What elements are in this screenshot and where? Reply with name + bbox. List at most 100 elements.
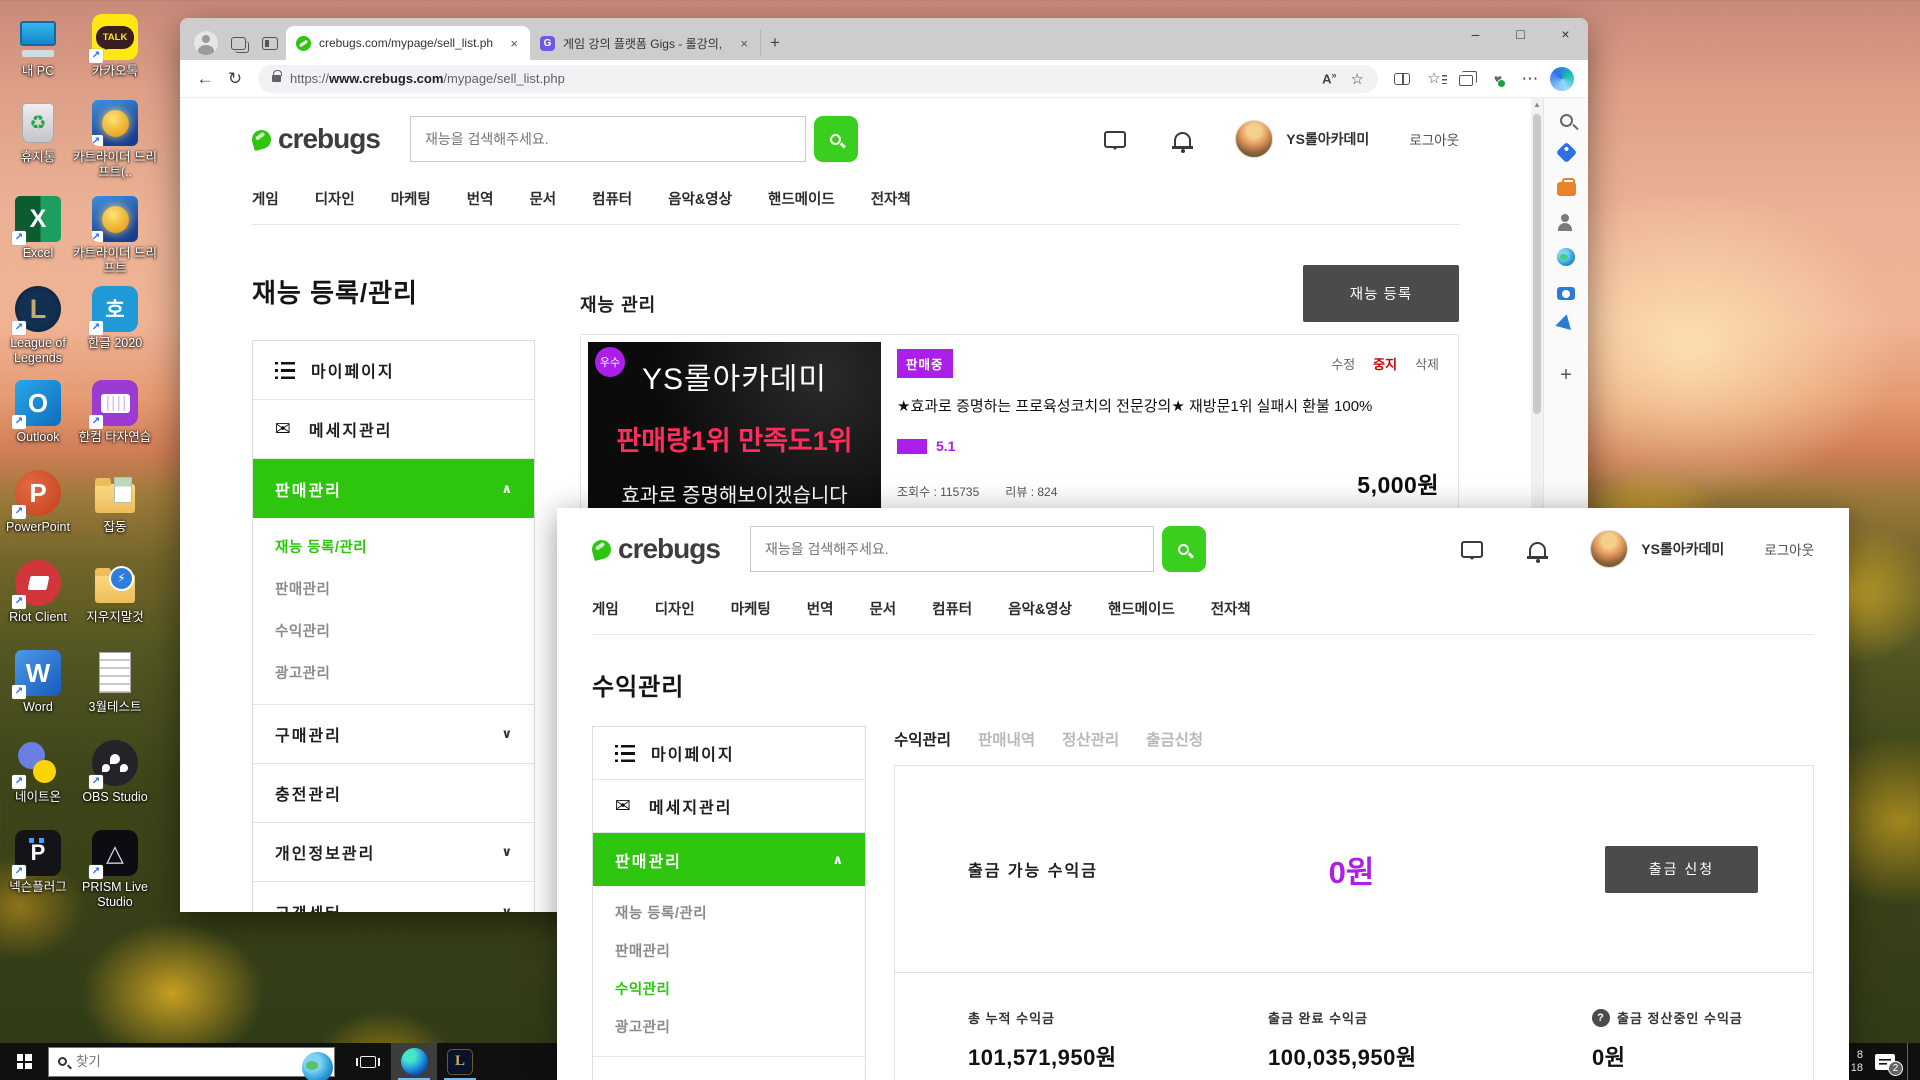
- notifications-bell-icon[interactable]: [1174, 132, 1191, 147]
- start-button[interactable]: [0, 1043, 48, 1080]
- taskbar-search-box[interactable]: ♻: [48, 1047, 335, 1077]
- new-tab-button[interactable]: +: [761, 29, 789, 57]
- talent-thumbnail[interactable]: 우수 YS롤아카데미 판매량1위 만족도1위 효과로 증명해보이겠습니다: [588, 342, 881, 518]
- nav-item-document[interactable]: 문서: [529, 188, 556, 209]
- menu-item-mypage[interactable]: 마이페이지: [593, 727, 865, 780]
- tab-sales-history[interactable]: 판매내역: [978, 728, 1035, 750]
- tab-close-icon[interactable]: ×: [508, 36, 520, 51]
- submenu-talent-manage[interactable]: 재능 등록/관리: [593, 895, 865, 933]
- nav-item-marketing[interactable]: 마케팅: [731, 598, 771, 619]
- delete-link[interactable]: 삭제: [1415, 354, 1439, 373]
- nav-item-design[interactable]: 디자인: [315, 188, 355, 209]
- desktop-icon-obs-studio[interactable]: ↗ OBS Studio: [73, 740, 157, 805]
- collections-button[interactable]: [1450, 63, 1482, 95]
- site-search-button[interactable]: [1162, 526, 1206, 572]
- taskbar-search-input[interactable]: [76, 1054, 226, 1069]
- nav-item-computer[interactable]: 컴퓨터: [592, 188, 632, 209]
- split-screen-button[interactable]: [1386, 63, 1418, 95]
- crebugs-logo[interactable]: crebugs: [252, 123, 380, 155]
- messages-icon[interactable]: [1461, 541, 1483, 558]
- read-aloud-button[interactable]: A»: [1322, 70, 1336, 86]
- sidebar-screenshot-camera-icon[interactable]: [1557, 287, 1575, 300]
- nav-item-computer[interactable]: 컴퓨터: [932, 598, 972, 619]
- tab-gigs[interactable]: G 게임 강의 플랫폼 Gigs - 롤강의, ×: [530, 30, 761, 56]
- sidebar-discover-globe-icon[interactable]: [1557, 248, 1575, 266]
- desktop-icon-prism-live-studio[interactable]: △↗ PRISM Live Studio: [73, 830, 157, 910]
- menu-item-sales[interactable]: 판매관리∧: [253, 459, 534, 518]
- nav-item-handmade[interactable]: 핸드메이드: [1108, 598, 1175, 619]
- nav-item-ebook[interactable]: 전자책: [1211, 598, 1251, 619]
- task-view-button[interactable]: [345, 1043, 391, 1080]
- menu-item-message[interactable]: ✉메세지관리: [253, 400, 534, 459]
- menu-item-mypage[interactable]: 마이페이지: [253, 341, 534, 400]
- desktop-icon-folder-do-not-delete[interactable]: ⚡ 지우지말것: [73, 560, 157, 625]
- site-search-button[interactable]: [814, 116, 858, 162]
- register-talent-button[interactable]: 재능 등록: [1303, 265, 1459, 322]
- tab-withdraw-request[interactable]: 출금신청: [1146, 728, 1203, 750]
- maximize-button[interactable]: □: [1498, 18, 1543, 50]
- crebugs-logo[interactable]: crebugs: [592, 533, 720, 565]
- favorite-star-button[interactable]: ☆: [1351, 70, 1364, 88]
- nav-item-design[interactable]: 디자인: [655, 598, 695, 619]
- back-button[interactable]: ←: [190, 69, 220, 89]
- tab-crebugs[interactable]: crebugs.com/mypage/sell_list.ph ×: [286, 26, 530, 60]
- user-avatar[interactable]: [1235, 120, 1273, 158]
- browser-profile-button[interactable]: [190, 26, 222, 60]
- desktop-icon-kakaotalk[interactable]: TALK↗ 카카오톡: [73, 14, 157, 79]
- menu-item-purchase[interactable]: 구매관리∨: [253, 705, 534, 764]
- logout-link[interactable]: 로그아웃: [1764, 539, 1814, 559]
- nav-item-game[interactable]: 게임: [592, 598, 619, 619]
- nav-item-document[interactable]: 문서: [869, 598, 896, 619]
- desktop-icon-folder-japdong[interactable]: 잡동: [73, 470, 157, 535]
- talent-title[interactable]: ★효과로 증명하는 프로육성코치의 전문강의★ 재방문1위 실패시 환불 100…: [897, 395, 1439, 418]
- help-question-icon[interactable]: ?: [1592, 1009, 1610, 1027]
- minimize-button[interactable]: –: [1453, 18, 1498, 50]
- submenu-revenue-manage[interactable]: 수익관리: [593, 971, 865, 1009]
- desktop-icon-excel[interactable]: X↗ Excel: [0, 196, 80, 261]
- messages-icon[interactable]: [1104, 131, 1126, 148]
- stop-link[interactable]: 중지: [1373, 354, 1397, 373]
- tab-revenue[interactable]: 수익관리: [894, 728, 951, 750]
- nav-item-music-video[interactable]: 음악&영상: [1008, 598, 1072, 619]
- submenu-sales-manage[interactable]: 판매관리: [593, 933, 865, 971]
- desktop-icon-nateon[interactable]: ↗ 네이트온: [0, 740, 80, 805]
- nav-item-ebook[interactable]: 전자책: [871, 188, 911, 209]
- menu-item-support[interactable]: 고객센터∨: [253, 882, 534, 912]
- sidebar-drop-icon[interactable]: [1555, 314, 1576, 335]
- withdraw-request-button[interactable]: 출금 신청: [1605, 846, 1758, 893]
- scrollbar-thumb[interactable]: [1533, 114, 1541, 414]
- taskbar-edge-button[interactable]: [391, 1043, 437, 1080]
- menu-item-sales[interactable]: 판매관리∧: [593, 833, 865, 886]
- refresh-button[interactable]: ↻: [220, 69, 250, 89]
- address-bar[interactable]: https://www.crebugs.com/mypage/sell_list…: [258, 65, 1378, 93]
- desktop-icon-march-test-doc[interactable]: 3월테스트: [73, 650, 157, 715]
- nav-item-translation[interactable]: 번역: [807, 598, 834, 619]
- taskbar-lol-button[interactable]: L: [437, 1043, 483, 1080]
- menu-item-message[interactable]: ✉메세지관리: [593, 780, 865, 833]
- nav-item-translation[interactable]: 번역: [467, 188, 494, 209]
- desktop-icon-league-of-legends[interactable]: L↗ League of Legends: [0, 286, 80, 366]
- nav-item-music-video[interactable]: 음악&영상: [668, 188, 732, 209]
- menu-item-privacy[interactable]: 개인정보관리∨: [253, 823, 534, 882]
- desktop-icon-hancom-typing[interactable]: ↗ 한컴 타자연습: [73, 380, 157, 445]
- desktop-icon-kartrider-drift-1[interactable]: ↗ 카트라이더 드리프트(..: [73, 100, 157, 180]
- tab-close-icon[interactable]: ×: [738, 36, 750, 51]
- desktop-icon-powerpoint[interactable]: P↗ PowerPoint: [0, 470, 80, 535]
- desktop-icon-my-pc[interactable]: 내 PC: [0, 14, 80, 79]
- sidebar-games-person-icon[interactable]: [1557, 214, 1575, 230]
- browser-essentials-button[interactable]: ♥: [1482, 63, 1514, 95]
- show-desktop-button[interactable]: [1907, 1043, 1912, 1080]
- nav-item-game[interactable]: 게임: [252, 188, 279, 209]
- user-avatar[interactable]: [1590, 530, 1628, 568]
- desktop-icon-riot-client[interactable]: ↗ Riot Client: [0, 560, 80, 625]
- submenu-revenue-manage[interactable]: 수익관리: [253, 611, 534, 653]
- action-center-icon[interactable]: 2: [1875, 1054, 1895, 1070]
- tab-settlement[interactable]: 정산관리: [1062, 728, 1119, 750]
- desktop-icon-nexon-plug[interactable]: P↗ 넥슨플러그: [0, 830, 80, 895]
- settings-more-button[interactable]: ⋯: [1514, 63, 1546, 95]
- desktop-icon-word[interactable]: W↗ Word: [0, 650, 80, 715]
- sidebar-add-icon[interactable]: +: [1560, 364, 1572, 387]
- site-search-input[interactable]: [410, 116, 806, 162]
- site-search-input[interactable]: [750, 526, 1154, 572]
- submenu-sales-manage[interactable]: 판매관리: [253, 569, 534, 611]
